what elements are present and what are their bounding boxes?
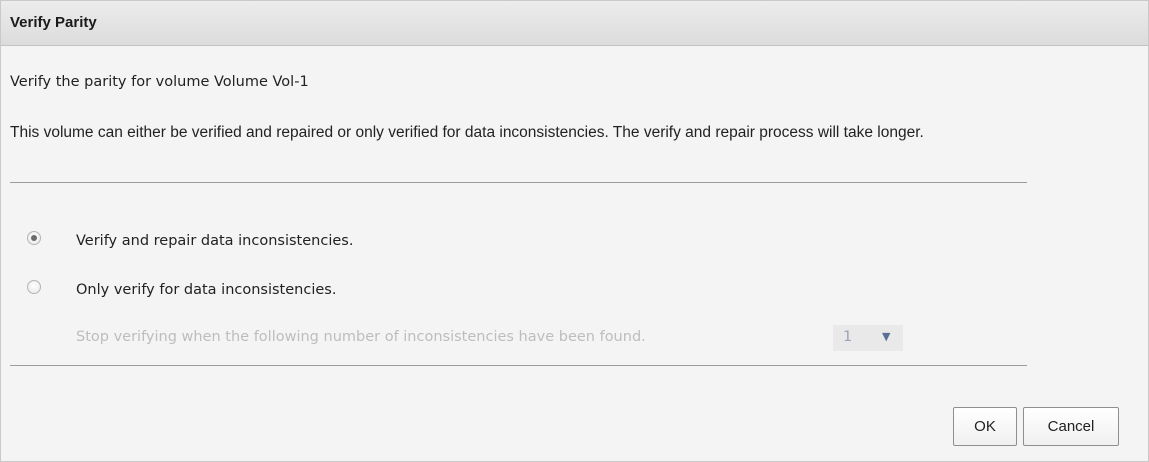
cancel-button[interactable]: Cancel [1023, 407, 1119, 446]
dialog-description: This volume can either be verified and r… [10, 124, 924, 141]
radio-verify-and-repair[interactable] [27, 231, 41, 245]
dialog-title: Verify Parity [10, 14, 97, 31]
radio-verify-only[interactable] [27, 280, 41, 294]
inconsistency-count-select[interactable]: 1 ▼ [833, 325, 903, 351]
ok-button[interactable]: OK [953, 407, 1017, 446]
dialog-heading: Verify the parity for volume Volume Vol-… [10, 74, 309, 90]
option-verify-and-repair-label[interactable]: Verify and repair data inconsistencies. [76, 233, 353, 249]
verify-parity-dialog: Verify Parity Verify the parity for volu… [0, 0, 1149, 462]
divider-top [10, 182, 1027, 183]
stop-verifying-label: Stop verifying when the following number… [76, 329, 646, 345]
inconsistency-count-value: 1 [843, 329, 853, 345]
dialog-titlebar: Verify Parity [1, 1, 1148, 46]
triangle-down-icon: ▼ [882, 330, 891, 343]
divider-bottom [10, 365, 1027, 366]
option-verify-only-label[interactable]: Only verify for data inconsistencies. [76, 282, 336, 298]
